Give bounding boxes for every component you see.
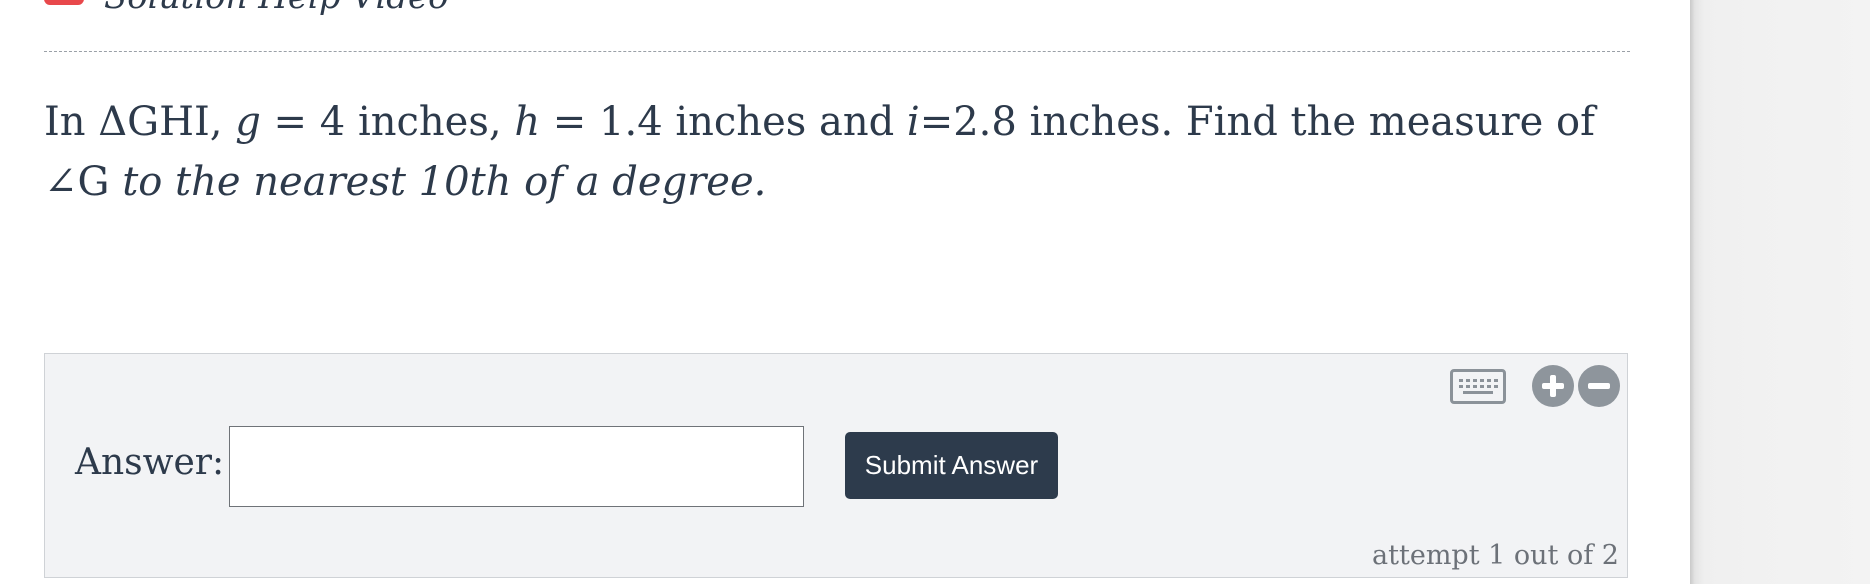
- keyboard-spacebar-row: [1463, 391, 1493, 394]
- var-i: i: [906, 99, 920, 145]
- var-h: h: [514, 99, 541, 145]
- var-g: g: [235, 99, 261, 145]
- header-partial: Solution Help Video: [44, 0, 449, 14]
- g-value: = 4 inches,: [260, 99, 515, 145]
- keyboard-icon[interactable]: [1450, 369, 1506, 404]
- header-partial-text[interactable]: Solution Help Video: [104, 0, 449, 14]
- right-gutter: [1690, 0, 1870, 584]
- answer-input[interactable]: [229, 426, 804, 507]
- submit-answer-button[interactable]: Submit Answer: [845, 432, 1058, 499]
- question-prefix: In ΔGHI,: [44, 99, 236, 145]
- answer-panel: Answer: Submit Answer attempt 1 out of 2: [44, 353, 1628, 578]
- keyboard-key-row: [1458, 379, 1498, 382]
- question-emphasis: to the nearest 10th of a degree.: [122, 159, 767, 205]
- question-text: In ΔGHI, g = 4 inches, h = 1.4 inches an…: [44, 92, 1644, 212]
- keyboard-key-row: [1458, 385, 1498, 388]
- dashed-divider: [44, 51, 1630, 52]
- h-value: = 1.4 inches and: [540, 99, 907, 145]
- zoom-in-icon[interactable]: [1532, 365, 1574, 407]
- answer-label: Answer:: [75, 442, 225, 483]
- attempt-counter: attempt 1 out of 2: [1372, 540, 1619, 571]
- main-panel: Solution Help Video In ΔGHI, g = 4 inche…: [0, 0, 1690, 584]
- red-tab-indicator: [44, 0, 84, 5]
- zoom-out-icon[interactable]: [1578, 365, 1620, 407]
